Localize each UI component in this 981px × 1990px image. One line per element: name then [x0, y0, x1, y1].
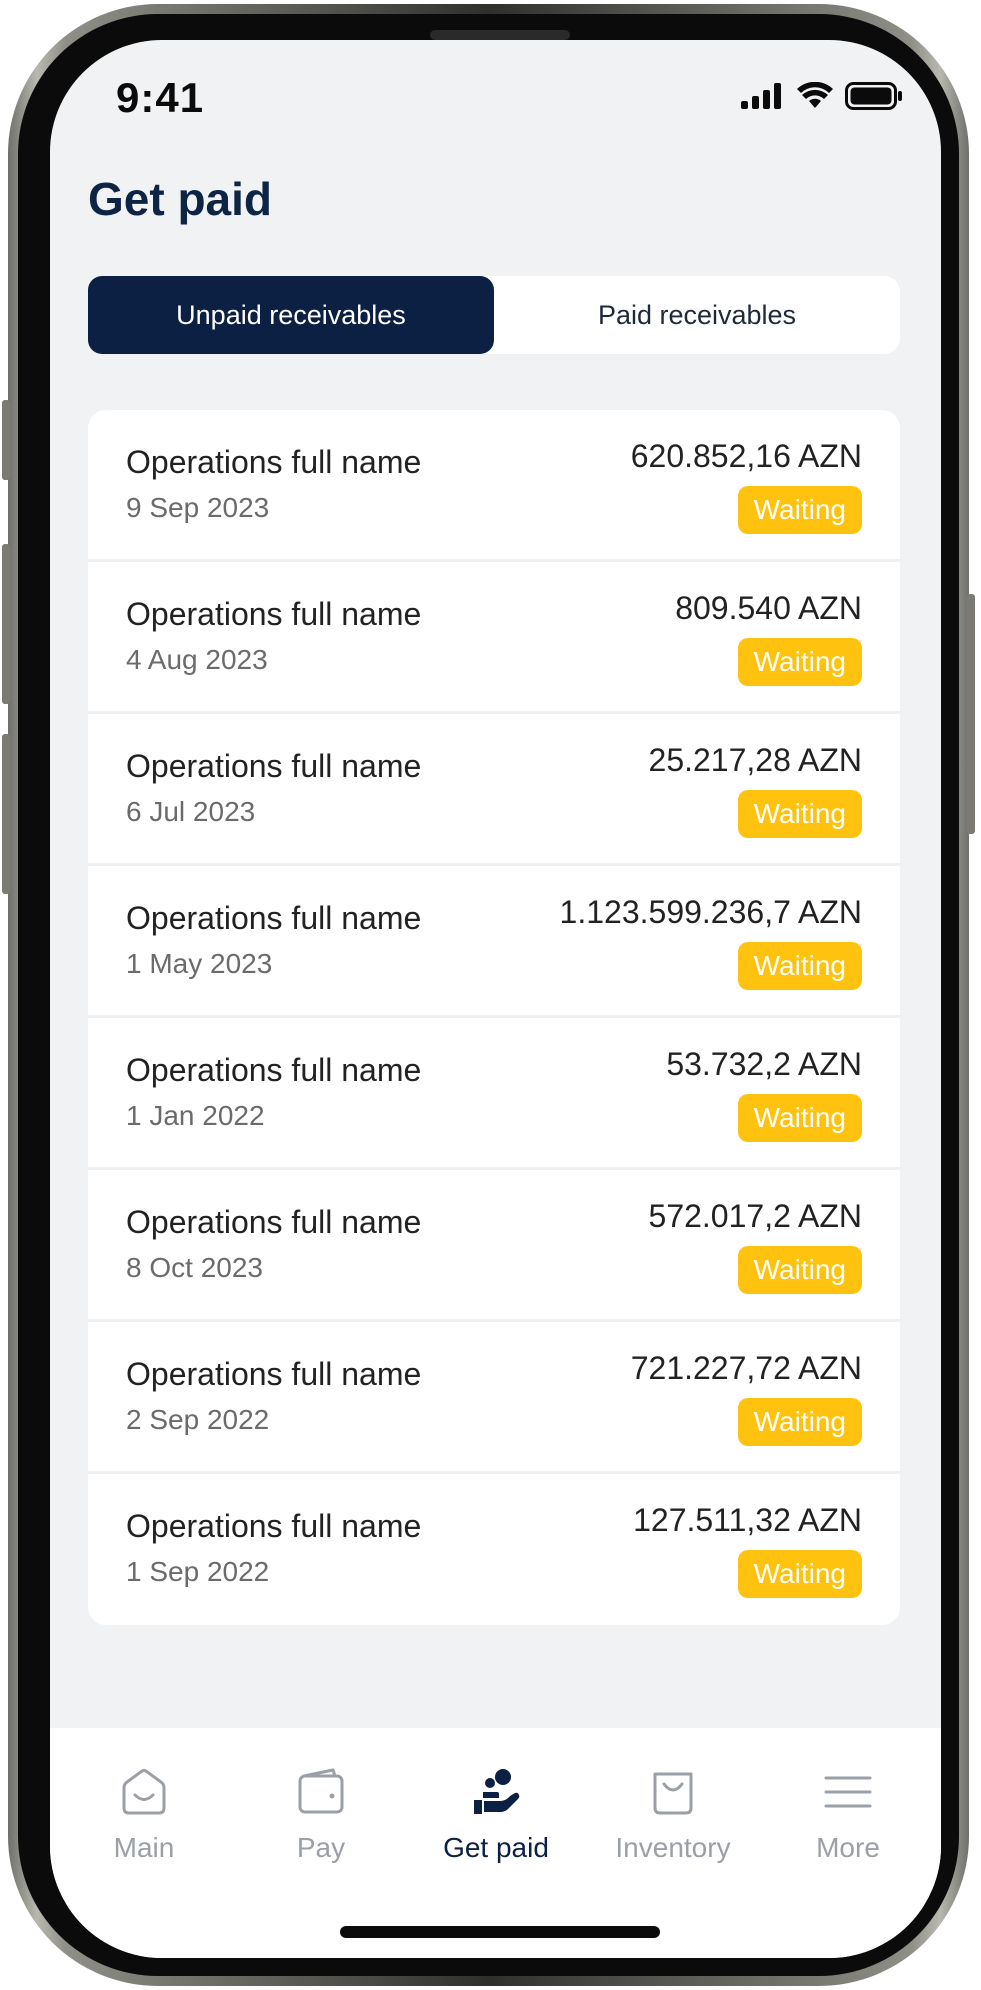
wifi-icon [797, 82, 833, 108]
operation-amount: 620.852,16 AZN [630, 438, 862, 474]
operation-date: 6 Jul 2023 [126, 796, 256, 827]
operation-amount: 721.227,72 AZN [630, 1350, 862, 1386]
nav-label-main: Main [113, 1832, 175, 1863]
app-screen: 9:41 Get paid Unpaid receivables Paid re… [50, 40, 941, 1958]
status-badge: Waiting [737, 790, 862, 838]
speaker-grille [430, 30, 570, 40]
mute-switch [2, 400, 10, 480]
wallet-icon [298, 1768, 344, 1814]
status-time: 9:41 [116, 74, 205, 121]
receivable-row[interactable]: Operations full name 8 Oct 2023 572.017,… [88, 1170, 900, 1322]
receivables-segmented-control: Unpaid receivables Paid receivables [88, 276, 900, 354]
status-badge: Waiting [737, 486, 862, 534]
get-paid-icon [474, 1769, 520, 1814]
nav-label-get-paid: Get paid [443, 1832, 549, 1863]
home-icon [122, 1769, 166, 1815]
tab-paid-receivables[interactable]: Paid receivables [494, 276, 900, 354]
nav-item-inventory[interactable]: Inventory [593, 1766, 753, 1864]
operation-date: 2 Sep 2022 [126, 1404, 270, 1435]
operation-amount: 127.511,32 AZN [633, 1502, 862, 1538]
operation-name: Operations full name [126, 1356, 422, 1392]
status-badge: Waiting [737, 638, 862, 686]
nav-label-more: More [816, 1832, 880, 1863]
status-bar: 9:41 [50, 40, 941, 150]
status-badge: Waiting [737, 942, 862, 990]
phone-frame: 9:41 Get paid Unpaid receivables Paid re… [2, 4, 975, 1986]
bottom-nav-bar: Main Pay Get paid Inventory More [50, 1728, 941, 1958]
menu-icon [824, 1776, 872, 1808]
operation-date: 1 May 2023 [126, 948, 273, 979]
receivable-row[interactable]: Operations full name 9 Sep 2023 620.852,… [88, 410, 900, 562]
receivable-row[interactable]: Operations full name 4 Aug 2023 809.540 … [88, 562, 900, 714]
power-button [967, 594, 975, 834]
operation-name: Operations full name [126, 1052, 422, 1088]
operation-amount: 1.123.599.236,7 AZN [559, 894, 862, 930]
battery-icon [845, 82, 902, 110]
receivable-row[interactable]: Operations full name 2 Sep 2022 721.227,… [88, 1322, 900, 1474]
nav-item-pay[interactable]: Pay [241, 1766, 401, 1864]
bag-icon [653, 1772, 693, 1815]
status-badge: Waiting [737, 1094, 862, 1142]
volume-up-button [2, 544, 10, 704]
status-badge: Waiting [737, 1246, 862, 1294]
operation-name: Operations full name [126, 444, 422, 480]
operation-amount: 809.540 AZN [675, 590, 862, 626]
receivable-row[interactable]: Operations full name 1 May 2023 1.123.59… [88, 866, 900, 1018]
receivable-row[interactable]: Operations full name 1 Sep 2022 127.511,… [88, 1474, 900, 1625]
status-badge: Waiting [737, 1398, 862, 1446]
nav-label-inventory: Inventory [615, 1832, 731, 1863]
cellular-signal-icon [741, 83, 781, 109]
nav-label-pay: Pay [296, 1832, 346, 1863]
nav-item-get-paid[interactable]: Get paid [416, 1766, 576, 1864]
operation-name: Operations full name [126, 900, 422, 936]
receivable-row[interactable]: Operations full name 1 Jan 2022 53.732,2… [88, 1018, 900, 1170]
operation-date: 8 Oct 2023 [126, 1252, 263, 1283]
receivable-row[interactable]: Operations full name 6 Jul 2023 25.217,2… [88, 714, 900, 866]
home-indicator[interactable] [340, 1926, 660, 1938]
tab-unpaid-receivables[interactable]: Unpaid receivables [88, 276, 494, 354]
operation-date: 9 Sep 2023 [126, 492, 270, 523]
operation-name: Operations full name [126, 1204, 422, 1240]
status-icons [741, 82, 903, 110]
volume-down-button [2, 734, 10, 894]
operation-date: 1 Jan 2022 [126, 1100, 265, 1131]
operation-amount: 25.217,28 AZN [648, 742, 862, 778]
operation-amount: 572.017,2 AZN [648, 1198, 862, 1234]
operation-date: 4 Aug 2023 [126, 644, 268, 675]
status-badge: Waiting [737, 1550, 862, 1598]
receivables-list: Operations full name 9 Sep 2023 620.852,… [88, 410, 900, 1625]
operation-name: Operations full name [126, 748, 422, 784]
page-title: Get paid [88, 173, 273, 225]
operation-name: Operations full name [126, 1508, 422, 1544]
operation-date: 1 Sep 2022 [126, 1556, 270, 1587]
nav-item-main[interactable]: Main [64, 1766, 224, 1864]
operation-name: Operations full name [126, 596, 422, 632]
operation-amount: 53.732,2 AZN [666, 1046, 862, 1082]
nav-item-more[interactable]: More [768, 1766, 928, 1864]
